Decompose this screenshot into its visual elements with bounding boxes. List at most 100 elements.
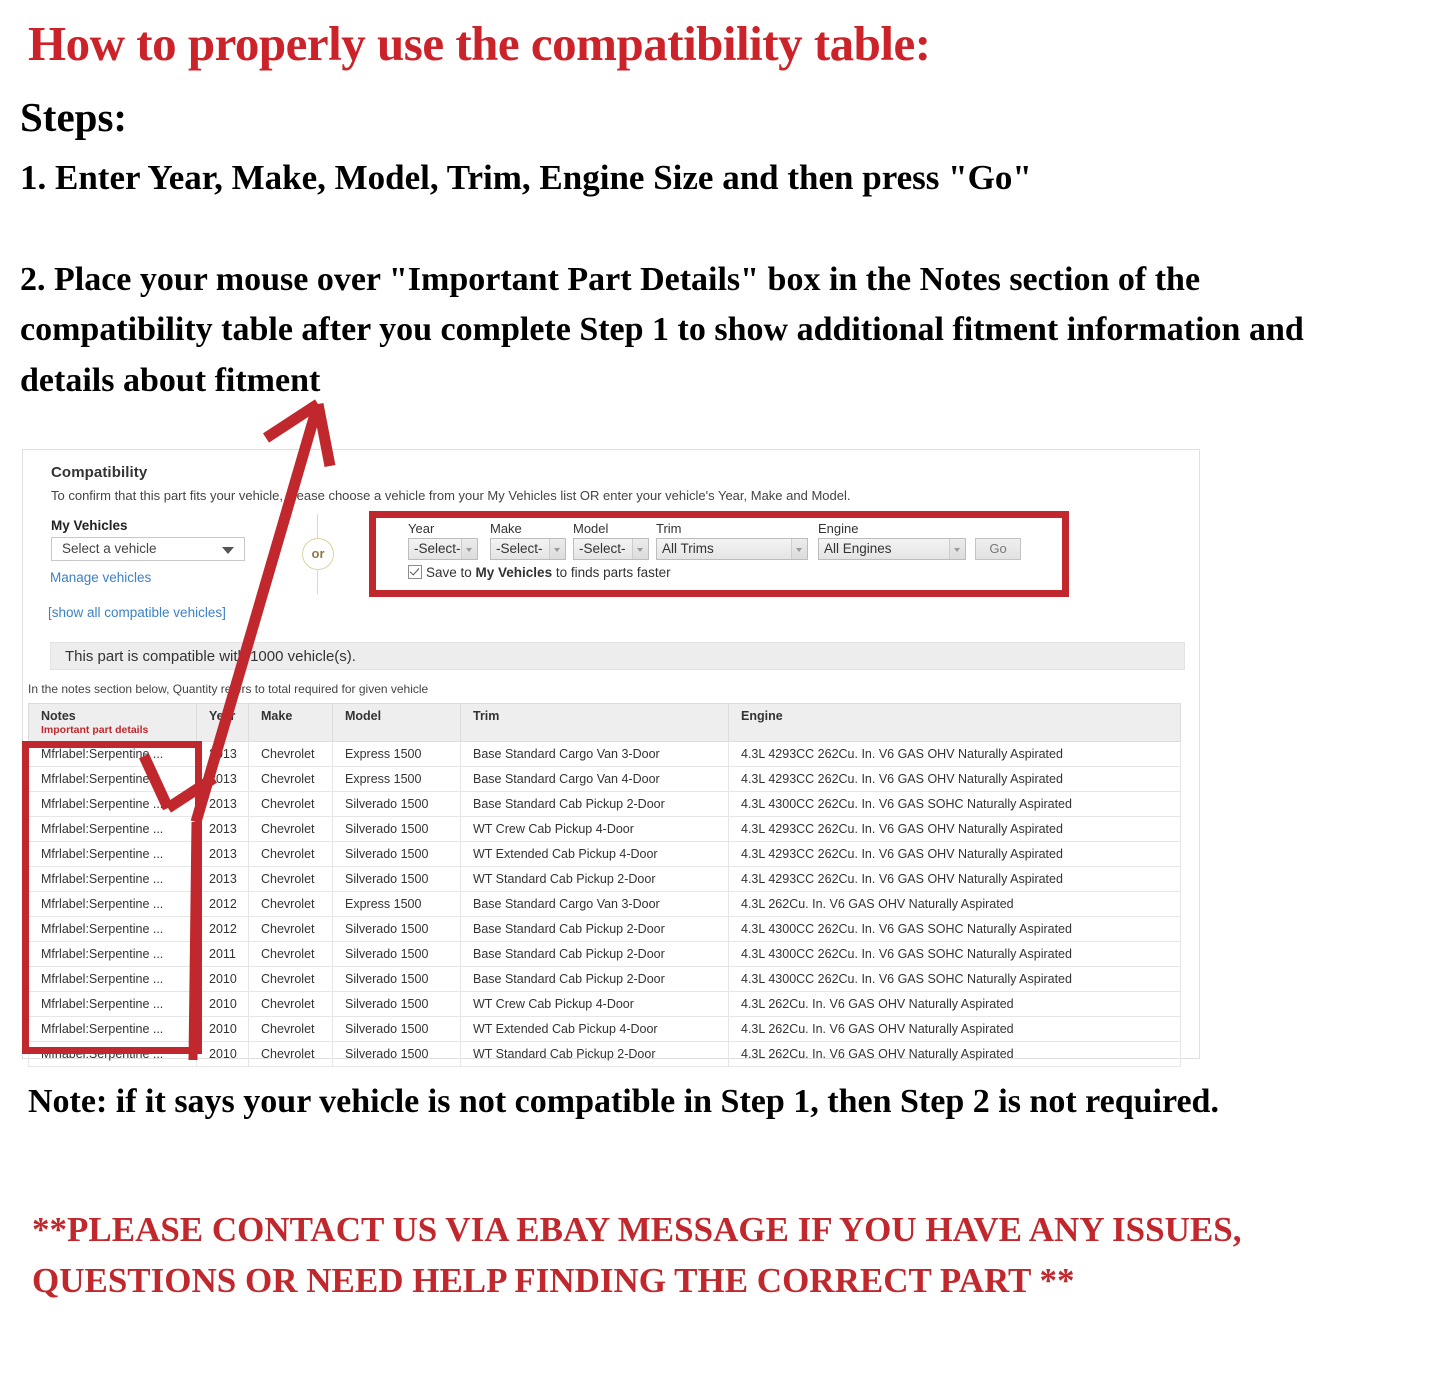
cell-trim: Base Standard Cab Pickup 2-Door [460,941,729,967]
cell-model: Express 1500 [332,891,461,917]
cell-trim: WT Crew Cab Pickup 4-Door [460,816,729,842]
cell-engine: 4.3L 4293CC 262Cu. In. V6 GAS OHV Natura… [728,866,1181,892]
table-row[interactable]: Mfrlabel:Serpentine ... 2013 Chevrolet Silv… [28,866,1181,892]
cell-year: 2013 [196,741,249,767]
cell-engine: 4.3L 4300CC 262Cu. In. V6 GAS SOHC Natur… [728,791,1181,817]
cell-engine: 4.3L 262Cu. In. V6 GAS OHV Naturally Asp… [728,891,1181,917]
cell-year: 2012 [196,891,249,917]
cell-notes: Mfrlabel:Serpentine ... [28,841,197,867]
cell-year: 2010 [196,1041,249,1067]
cell-year: 2013 [196,791,249,817]
cell-make: Chevrolet [248,841,333,867]
table-row[interactable]: Mfrlabel:Serpentine ... 2010 Chevrolet Silv… [28,966,1181,992]
cell-model: Silverado 1500 [332,991,461,1017]
column-header-make[interactable]: Make [248,703,333,742]
cell-notes: Mfrlabel:Serpentine ... [28,891,197,917]
cell-make: Chevrolet [248,966,333,992]
cell-engine: 4.3L 262Cu. In. V6 GAS OHV Naturally Asp… [728,991,1181,1017]
cell-model: Express 1500 [332,741,461,767]
compatibility-subtitle: To confirm that this part fits your vehi… [51,488,851,503]
table-row[interactable]: Mfrlabel:Serpentine ... 2012 Chevrolet Silv… [28,916,1181,942]
important-part-details-label[interactable]: Important part details [41,724,196,736]
table-row[interactable]: Mfrlabel:Serpentine ... 2013 Chevrolet Silv… [28,791,1181,817]
cell-notes: Mfrlabel:Serpentine ... [28,1041,197,1067]
table-row[interactable]: Mfrlabel:Serpentine ... 2013 Chevrolet Expr… [28,741,1181,767]
page-title: How to properly use the compatibility ta… [28,16,931,71]
fitment-table-body: Mfrlabel:Serpentine ... 2013 Chevrolet Expr… [28,741,1181,1067]
cell-trim: Base Standard Cab Pickup 2-Door [460,916,729,942]
note-text: Note: if it says your vehicle is not com… [28,1083,1219,1120]
table-row[interactable]: Mfrlabel:Serpentine ... 2010 Chevrolet Silv… [28,1041,1181,1067]
cell-year: 2013 [196,816,249,842]
cell-engine: 4.3L 4300CC 262Cu. In. V6 GAS SOHC Natur… [728,966,1181,992]
cell-engine: 4.3L 4293CC 262Cu. In. V6 GAS OHV Natura… [728,741,1181,767]
cell-make: Chevrolet [248,1041,333,1067]
show-all-compatible-vehicles-link[interactable]: [show all compatible vehicles] [48,605,226,620]
table-row[interactable]: Mfrlabel:Serpentine ... 2013 Chevrolet Expr… [28,766,1181,792]
table-row[interactable]: Mfrlabel:Serpentine ... 2013 Chevrolet Silv… [28,816,1181,842]
step-1-text: 1. Enter Year, Make, Model, Trim, Engine… [20,158,1032,197]
cell-notes: Mfrlabel:Serpentine ... [28,866,197,892]
cell-trim: Base Standard Cargo Van 3-Door [460,741,729,767]
cell-trim: Base Standard Cab Pickup 2-Door [460,966,729,992]
cell-engine: 4.3L 4300CC 262Cu. In. V6 GAS SOHC Natur… [728,941,1181,967]
cell-make: Chevrolet [248,816,333,842]
cell-make: Chevrolet [248,991,333,1017]
cell-trim: WT Standard Cab Pickup 2-Door [460,1041,729,1067]
cell-trim: Base Standard Cargo Van 3-Door [460,891,729,917]
cell-notes: Mfrlabel:Serpentine ... [28,766,197,792]
cell-year: 2010 [196,1016,249,1042]
cell-model: Silverado 1500 [332,841,461,867]
cell-notes: Mfrlabel:Serpentine ... [28,966,197,992]
cell-trim: WT Standard Cab Pickup 2-Door [460,866,729,892]
cell-year: 2010 [196,991,249,1017]
cell-notes: Mfrlabel:Serpentine ... [28,1016,197,1042]
table-row[interactable]: Mfrlabel:Serpentine ... 2012 Chevrolet Expr… [28,891,1181,917]
cell-model: Silverado 1500 [332,941,461,967]
cell-model: Silverado 1500 [332,1041,461,1067]
cell-trim: Base Standard Cab Pickup 2-Door [460,791,729,817]
compatibility-heading: Compatibility [51,464,148,481]
my-vehicles-select-value: Select a vehicle [62,541,157,556]
column-header-notes-label: Notes [41,709,76,723]
column-header-engine[interactable]: Engine [728,703,1181,742]
cell-model: Silverado 1500 [332,816,461,842]
notes-quantity-hint: In the notes section below, Quantity ref… [28,682,429,696]
cell-year: 2013 [196,866,249,892]
cell-make: Chevrolet [248,766,333,792]
column-header-notes[interactable]: Notes Important part details [28,703,197,742]
cell-model: Silverado 1500 [332,866,461,892]
cell-year: 2013 [196,766,249,792]
or-divider: or [298,514,338,594]
table-row[interactable]: Mfrlabel:Serpentine ... 2011 Chevrolet Silv… [28,941,1181,967]
cell-year: 2011 [196,941,249,967]
column-header-model[interactable]: Model [332,703,461,742]
red-rectangle-highlight [369,511,1069,597]
cell-make: Chevrolet [248,791,333,817]
cell-model: Silverado 1500 [332,916,461,942]
table-row[interactable]: Mfrlabel:Serpentine ... 2010 Chevrolet Silv… [28,991,1181,1017]
cell-notes: Mfrlabel:Serpentine ... [28,791,197,817]
cell-trim: WT Crew Cab Pickup 4-Door [460,991,729,1017]
cell-year: 2012 [196,916,249,942]
column-header-trim[interactable]: Trim [460,703,729,742]
cell-model: Silverado 1500 [332,1016,461,1042]
cell-notes: Mfrlabel:Serpentine ... [28,816,197,842]
cell-engine: 4.3L 262Cu. In. V6 GAS OHV Naturally Asp… [728,1041,1181,1067]
table-row[interactable]: Mfrlabel:Serpentine ... 2013 Chevrolet Silv… [28,841,1181,867]
cell-year: 2013 [196,841,249,867]
fitment-table: Notes Important part details Year Make M… [28,703,1181,1067]
my-vehicles-label: My Vehicles [51,518,128,533]
cell-model: Silverado 1500 [332,791,461,817]
column-header-year[interactable]: Year [196,703,249,742]
cell-make: Chevrolet [248,866,333,892]
manage-vehicles-link[interactable]: Manage vehicles [50,570,151,585]
cell-model: Express 1500 [332,766,461,792]
table-header-row: Notes Important part details Year Make M… [28,703,1181,742]
fitment-table-header: Notes Important part details Year Make M… [28,703,1181,742]
cell-engine: 4.3L 262Cu. In. V6 GAS OHV Naturally Asp… [728,1016,1181,1042]
cell-notes: Mfrlabel:Serpentine ... [28,916,197,942]
table-row[interactable]: Mfrlabel:Serpentine ... 2010 Chevrolet Silv… [28,1016,1181,1042]
step-2-text: 2. Place your mouse over "Important Part… [20,261,1304,399]
my-vehicles-select[interactable]: Select a vehicle [51,537,245,561]
